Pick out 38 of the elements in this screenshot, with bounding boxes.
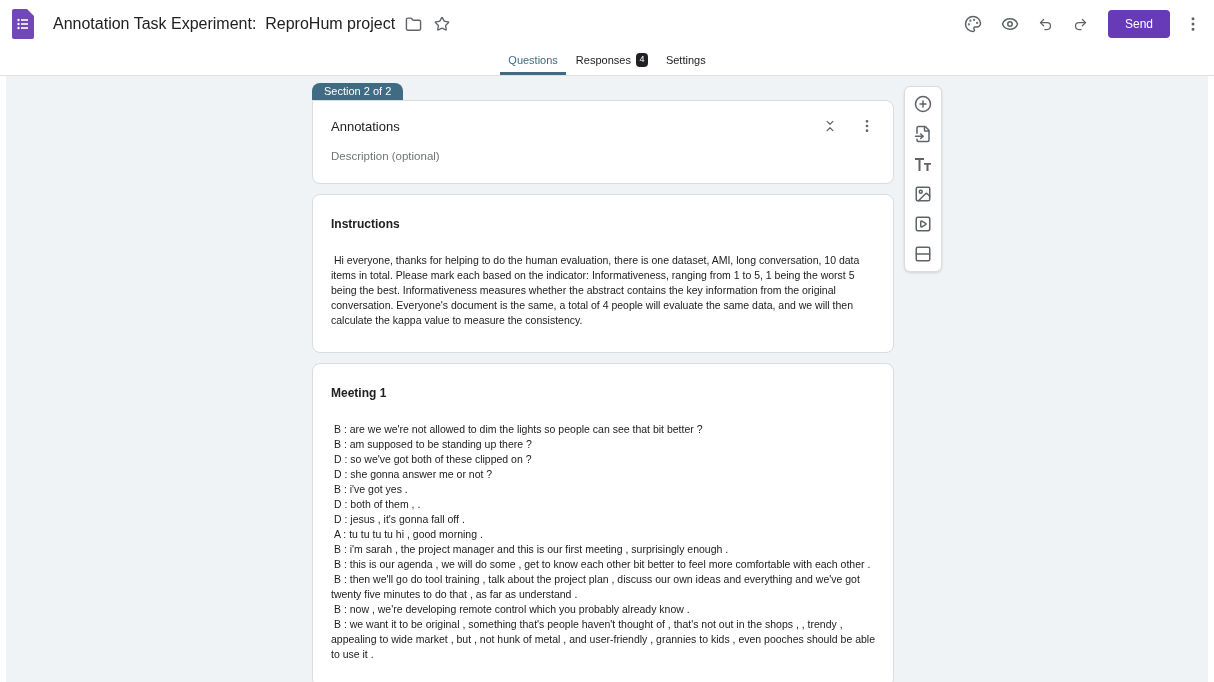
- folder-icon[interactable]: [405, 15, 423, 33]
- card-text: D : both of them , .: [333, 497, 422, 513]
- form-title[interactable]: Annotation Task Experiment: ReproHum project: [53, 12, 396, 36]
- video-icon[interactable]: [914, 215, 932, 233]
- add-question-icon[interactable]: [914, 95, 932, 113]
- card-text: D : so we've got both of these clipped on ?: [333, 452, 533, 468]
- description-field[interactable]: Description (optional): [331, 148, 875, 166]
- eye-icon[interactable]: [1001, 15, 1019, 33]
- send-button[interactable]: Send: [1108, 10, 1170, 38]
- collapse-icon[interactable]: [823, 119, 837, 134]
- forms-logo-icon[interactable]: [12, 9, 34, 39]
- card-text: B : am supposed to be standing up there ?: [333, 437, 533, 453]
- card-text: A : tu tu tu tu hi , good morning .: [333, 527, 484, 543]
- image-icon[interactable]: [914, 185, 932, 203]
- section-title[interactable]: Annotations: [331, 116, 823, 136]
- import-icon[interactable]: [914, 125, 932, 143]
- section-label: Section 2 of 2: [312, 83, 404, 100]
- card-text: D : she gonna answer me or not ?: [333, 467, 494, 483]
- card-text: B : i've got yes .: [333, 482, 409, 498]
- card-text: D : jesus , it's gonna fall off .: [333, 512, 466, 528]
- response-count-badge: 4: [635, 53, 648, 67]
- tab[interactable]: Responses 4: [567, 48, 656, 75]
- card-text: B : are we we're not allowed to dim the lights so people can see that bit better ?: [333, 422, 704, 438]
- card-text: B : i'm sarah , the project manager and this is our first meeting , surprisingly enough .: [333, 542, 730, 558]
- title-text-icon[interactable]: [914, 155, 932, 173]
- section-icon[interactable]: [914, 245, 932, 263]
- card-text: Hi everyone, thanks for helping to do the human evaluation, there is one dataset, AMI, long conversation, 10 data items in total. Please mark each based on the indicator: Informativeness, ranging from 1 to 5, 1 being the worst 5 being the best. Informativeness measures whether the abstract contains the key information from the original conversation. Everyone's document is the same, a total of 4 people will evaluate the same data, and we will then calculate the kappa value to measure the consistency.: [331, 253, 861, 329]
- card-text: B : then we'll go do tool training , talk about the project plan , discuss our own ideas and everything and we've got twenty five minutes to do that , as far as understand .: [331, 572, 861, 603]
- card-title[interactable]: Meeting 1: [331, 384, 875, 403]
- undo-icon[interactable]: [1038, 16, 1053, 32]
- palette-icon[interactable]: [964, 15, 982, 33]
- card-text: B : we want it to be original , something that's people haven't thought of , that's not out in the shops , , trendy , appealing to wide market , but , not hunk of metal , and user-friendly , grannies to kids , even pooches should be able to use it .: [331, 617, 875, 663]
- card-text: B : now , we're developing remote control which you probably already know .: [333, 602, 691, 618]
- card-title[interactable]: Instructions: [331, 215, 875, 234]
- redo-icon[interactable]: [1073, 16, 1088, 32]
- star-icon[interactable]: [434, 16, 451, 32]
- card-text: B : this is our agenda , we will do some , get to know each other bit better to feel more comfortable with each other .: [333, 557, 872, 573]
- tab[interactable]: Settings: [657, 48, 714, 75]
